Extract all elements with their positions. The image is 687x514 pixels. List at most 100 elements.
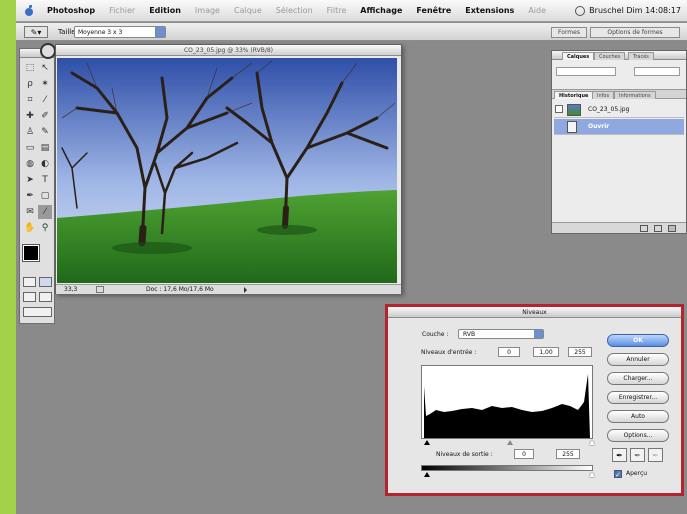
options-size-select[interactable]: Moyenne 3 x 3 (74, 26, 166, 38)
levels-dialog: Niveaux Couche : RVB Niveaux d'entrée : … (385, 304, 684, 496)
jump-to-imageready-icon[interactable] (23, 307, 52, 317)
path-select-tool-icon[interactable]: ➤ (23, 173, 37, 187)
tab-calques[interactable]: Calques (562, 52, 595, 60)
quick-mask-icon[interactable] (39, 277, 52, 287)
eyedropper-tool-icon[interactable]: ✎▾ (24, 26, 48, 38)
document-size: Doc : 17,6 Mo/17,6 Mo (146, 286, 214, 293)
input-black-slider[interactable] (424, 440, 430, 445)
history-row-snapshot[interactable]: CO_23_05.jpg (554, 102, 684, 118)
brush-tool-icon[interactable]: ✐ (38, 109, 52, 123)
history-source-icon[interactable] (555, 105, 563, 113)
lasso-tool-icon[interactable]: ρ (23, 77, 37, 91)
crop-tool-icon[interactable]: ⌗ (23, 93, 37, 107)
palette-footer (552, 222, 686, 233)
status-arrow-icon[interactable] (244, 287, 247, 293)
document-window: CO_23_05.jpg @ 33% (RVB/8) 33,3 Doc: 17… (55, 44, 402, 294)
output-black-field[interactable]: 0 (514, 449, 534, 459)
history-tabs: Historique Infos Informations (552, 89, 686, 99)
black-eyedropper-icon[interactable]: ✒ (612, 448, 627, 462)
gradient-tool-icon[interactable]: ▤ (38, 141, 52, 155)
input-black-field[interactable]: 0 (498, 347, 520, 357)
menu-item-extensions[interactable]: Extensions (458, 6, 521, 15)
menu-bar: Photoshop Fichier Edition Image Calque S… (16, 0, 687, 22)
pen-tool-icon[interactable]: ✒ (23, 189, 37, 203)
trash-icon[interactable] (668, 225, 676, 232)
preview-checkbox[interactable]: ✓ (614, 470, 622, 479)
screen-mode-standard-icon[interactable] (23, 292, 36, 302)
menu-item-edition[interactable]: Edition (142, 6, 188, 15)
tab-informations[interactable]: Informations (614, 91, 656, 99)
auto-button[interactable]: Auto (607, 410, 669, 423)
channel-label: Couche : (422, 331, 449, 338)
blur-tool-icon[interactable]: ◍ (23, 157, 37, 171)
tab-infos[interactable]: Infos (592, 91, 615, 99)
menu-item-affichage[interactable]: Affichage (353, 6, 409, 15)
input-white-slider[interactable] (589, 440, 595, 445)
grey-eyedropper-icon[interactable]: ✒ (630, 448, 645, 462)
stamp-tool-icon[interactable]: ♙ (23, 125, 37, 139)
hand-tool-icon[interactable]: ✋ (23, 221, 37, 235)
history-row-open[interactable]: Ouvrir (554, 119, 684, 135)
screen: Photoshop Fichier Edition Image Calque S… (16, 0, 687, 514)
foreground-color-swatch[interactable] (22, 244, 40, 262)
load-button[interactable]: Charger... (607, 372, 669, 385)
tree-shadow (257, 225, 317, 235)
tab-traces[interactable]: Tracés (628, 52, 654, 60)
shape-options-button[interactable]: Options de formes (590, 27, 680, 38)
new-document-icon[interactable] (640, 225, 648, 232)
levels-title[interactable]: Niveaux (388, 307, 681, 318)
move-tool-icon[interactable]: ↖ (38, 61, 52, 75)
histogram-graph (424, 374, 590, 438)
menu-app[interactable]: Photoshop (40, 6, 102, 15)
channel-select[interactable]: RVB (458, 329, 544, 339)
menu-item-aide[interactable]: Aide (521, 6, 553, 15)
photo-canvas[interactable] (57, 58, 397, 283)
blend-mode-select[interactable] (556, 67, 616, 76)
document-title[interactable]: CO_23_05.jpg @ 33% (RVB/8) (56, 45, 401, 56)
standard-mode-icon[interactable] (23, 277, 36, 287)
eraser-tool-icon[interactable]: ▭ (23, 141, 37, 155)
menu-item-image[interactable]: Image (188, 6, 227, 15)
document-status-bar: 33,3 Doc : 17,6 Mo/17,6 Mo (56, 284, 401, 294)
options-button[interactable]: Options... (607, 429, 669, 442)
menu-item-fenetre[interactable]: Fenêtre (409, 6, 458, 15)
zoom-tool-icon[interactable]: ⚲ (38, 221, 52, 235)
ok-button[interactable]: OK (607, 334, 669, 347)
status-menu-icon[interactable] (96, 286, 104, 293)
snapshot-thumbnail (567, 104, 581, 116)
shapes-button[interactable]: Formes (551, 27, 587, 38)
magic-wand-tool-icon[interactable]: ✶ (38, 77, 52, 91)
input-gamma-field[interactable]: 1,00 (533, 347, 559, 357)
tab-couches[interactable]: Couches (594, 52, 626, 60)
dodge-tool-icon[interactable]: ◐ (38, 157, 52, 171)
opacity-field[interactable] (634, 67, 680, 76)
notes-tool-icon[interactable]: ✉ (23, 205, 37, 219)
save-button[interactable]: Enregistrer... (607, 391, 669, 404)
slice-tool-icon[interactable]: ⁄ (38, 93, 52, 107)
menu-item-calque[interactable]: Calque (227, 6, 269, 15)
apple-icon[interactable] (24, 4, 34, 17)
cancel-button[interactable]: Annuler (607, 353, 669, 366)
output-white-slider[interactable] (589, 472, 595, 477)
menu-item-fichier[interactable]: Fichier (102, 6, 142, 15)
options-bar: ✎▾ Taille : Moyenne 3 x 3 Formes Options… (16, 23, 687, 41)
type-tool-icon[interactable]: T (38, 173, 52, 187)
menu-item-filtre[interactable]: Filtre (320, 6, 354, 15)
zoom-level[interactable]: 33,3 (64, 285, 77, 294)
screen-mode-full-icon[interactable] (39, 292, 52, 302)
output-black-slider[interactable] (424, 472, 430, 477)
shape-tool-icon[interactable]: ▢ (38, 189, 52, 203)
feather-logo-icon[interactable] (40, 43, 56, 59)
history-brush-tool-icon[interactable]: ✎ (38, 125, 52, 139)
eyedropper-tool-active-icon[interactable]: ⁄ (38, 205, 52, 219)
output-white-field[interactable]: 255 (556, 449, 580, 459)
new-snapshot-icon[interactable] (654, 225, 662, 232)
tab-historique[interactable]: Historique (554, 91, 594, 99)
white-eyedropper-icon[interactable]: ✒ (648, 448, 663, 462)
input-gamma-slider[interactable] (507, 440, 513, 445)
marquee-tool-icon[interactable]: ⬚ (23, 61, 37, 75)
input-white-field[interactable]: 255 (568, 347, 592, 357)
healing-tool-icon[interactable]: ✚ (23, 109, 37, 123)
speaker-icon[interactable] (575, 5, 586, 16)
menu-item-selection[interactable]: Sélection (269, 6, 320, 15)
